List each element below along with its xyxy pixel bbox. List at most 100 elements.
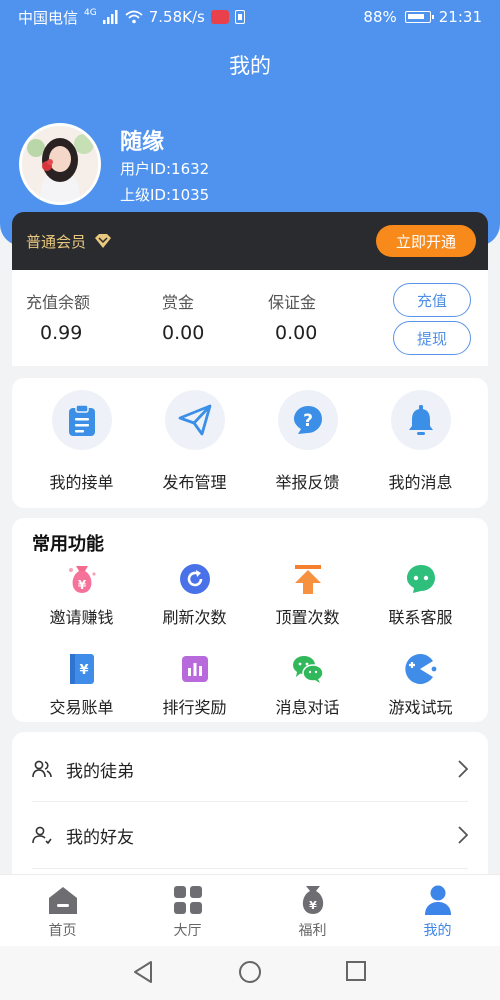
function-label: 刷新次数 <box>162 608 227 627</box>
section-title: 常用功能 <box>32 534 104 555</box>
menu-item-apprentices[interactable]: 我的徒弟 <box>12 736 488 802</box>
svg-text:¥: ¥ <box>79 663 88 678</box>
function-label: 排行奖励 <box>162 698 227 717</box>
balance-bounty: 赏金 0.00 <box>162 270 272 366</box>
svg-text:¥: ¥ <box>309 899 317 912</box>
func-message-chat[interactable]: 消息对话 <box>251 652 364 732</box>
vip-level-label: 普通会员 <box>26 232 87 251</box>
page-title: 我的 <box>229 54 271 78</box>
avatar-image <box>22 126 98 202</box>
quick-action-label: 举报反馈 <box>275 473 340 492</box>
tab-welfare[interactable]: ¥ 福利 <box>250 875 375 947</box>
balance-recharge: 充值余额 0.99 <box>26 270 136 366</box>
pin-top-icon <box>295 565 321 594</box>
svg-text:¥: ¥ <box>78 578 87 592</box>
balance-label: 保证金 <box>268 293 317 312</box>
tab-mine[interactable]: 我的 <box>375 875 500 947</box>
back-icon[interactable] <box>132 960 154 984</box>
open-vip-button[interactable]: 立即开通 <box>376 225 476 257</box>
tab-label: 大厅 <box>173 923 202 939</box>
diamond-icon <box>95 234 112 248</box>
battery-icon <box>404 11 434 23</box>
friend-icon <box>32 826 52 844</box>
function-label: 交易账单 <box>49 698 114 717</box>
quick-action-label: 我的消息 <box>388 473 453 492</box>
func-ranking-reward[interactable]: 排行奖励 <box>138 652 251 732</box>
user-icon <box>425 885 451 915</box>
money-bag-icon: ¥ <box>69 566 96 593</box>
bell-icon <box>409 405 433 435</box>
balance-value: 0.99 <box>40 322 83 344</box>
withdraw-button[interactable]: 提现 <box>393 321 471 355</box>
balance-label: 充值余额 <box>26 293 91 312</box>
bill-icon: ¥ <box>70 654 94 684</box>
header-background <box>0 0 500 246</box>
func-pin-count[interactable]: 顶置次数 <box>251 562 364 642</box>
bottom-tab-bar: 首页 大厅 ¥ 福利 我的 <box>0 874 500 946</box>
people-icon <box>32 760 52 778</box>
balance-label: 赏金 <box>162 293 195 312</box>
tab-label: 我的 <box>423 923 452 939</box>
quick-publish-manage[interactable]: 发布管理 <box>138 378 251 508</box>
chevron-right-icon <box>458 826 468 844</box>
system-navigation-bar <box>0 946 500 1000</box>
menu-item-label: 我的好友 <box>66 827 134 848</box>
chat-bubble-icon <box>407 565 435 593</box>
svg-text:?: ? <box>303 411 313 431</box>
sim-icon <box>234 10 245 24</box>
common-functions-card: 常用功能 ¥ 邀请赚钱 刷新次数 顶置次数 联系客服 ¥ 交易账单 排行奖励 消… <box>12 518 488 722</box>
profile-name: 随缘 <box>120 130 165 155</box>
question-icon: ? <box>294 406 322 434</box>
tab-hall[interactable]: 大厅 <box>125 875 250 947</box>
tab-label: 首页 <box>48 923 77 939</box>
function-label: 消息对话 <box>275 698 340 717</box>
balance-card: 充值余额 0.99 赏金 0.00 保证金 0.00 充值 提现 <box>12 270 488 366</box>
quick-my-orders[interactable]: 我的接单 <box>25 378 138 508</box>
grid-icon <box>174 886 202 914</box>
func-refresh-count[interactable]: 刷新次数 <box>138 562 251 642</box>
quick-my-messages[interactable]: 我的消息 <box>364 378 477 508</box>
home-circle-icon[interactable] <box>238 960 262 984</box>
app-notification-icon <box>210 10 229 24</box>
chevron-right-icon <box>458 760 468 778</box>
quick-actions-card: 我的接单 发布管理 ? 举报反馈 我的消息 <box>12 378 488 508</box>
clipboard-icon <box>69 404 95 436</box>
tab-label: 福利 <box>298 923 327 939</box>
recharge-button[interactable]: 充值 <box>393 283 471 317</box>
function-label: 游戏试玩 <box>388 698 453 717</box>
function-label: 邀请赚钱 <box>49 608 114 627</box>
network-speed: 7.58K/s <box>148 8 205 26</box>
func-game-trial[interactable]: 游戏试玩 <box>364 652 477 732</box>
func-contact-service[interactable]: 联系客服 <box>364 562 477 642</box>
quick-action-label: 发布管理 <box>162 473 227 492</box>
game-icon <box>405 654 437 684</box>
home-icon <box>49 887 77 914</box>
battery-percent: 88% <box>363 8 397 26</box>
balance-deposit: 保证金 0.00 <box>268 270 378 366</box>
wifi-icon <box>125 10 143 24</box>
clock: 21:31 <box>438 8 482 26</box>
function-label: 联系客服 <box>388 608 453 627</box>
refresh-icon <box>180 564 210 594</box>
menu-item-label: 我的徒弟 <box>66 761 134 782</box>
recents-icon[interactable] <box>345 960 367 982</box>
menu-item-friends[interactable]: 我的好友 <box>12 802 488 868</box>
avatar[interactable] <box>19 123 101 205</box>
balance-value: 0.00 <box>162 322 205 344</box>
user-id: 用户ID:1632 <box>120 160 210 178</box>
network-type: 4G <box>84 8 97 18</box>
status-bar: 中国电信 4G 7.58K/s 88% 21:31 <box>0 0 500 34</box>
tab-home[interactable]: 首页 <box>0 875 125 947</box>
func-transaction-bill[interactable]: ¥ 交易账单 <box>25 652 138 732</box>
quick-action-label: 我的接单 <box>49 473 114 492</box>
ranking-icon <box>182 656 208 682</box>
carrier-text: 中国电信 <box>18 8 79 27</box>
welfare-icon: ¥ <box>302 886 324 914</box>
func-invite-earn[interactable]: ¥ 邀请赚钱 <box>25 562 138 642</box>
signal-icon <box>102 10 118 24</box>
paper-plane-icon <box>178 404 212 436</box>
quick-report-feedback[interactable]: ? 举报反馈 <box>251 378 364 508</box>
wechat-icon <box>293 656 324 683</box>
divider <box>32 868 468 869</box>
function-label: 顶置次数 <box>275 608 340 627</box>
